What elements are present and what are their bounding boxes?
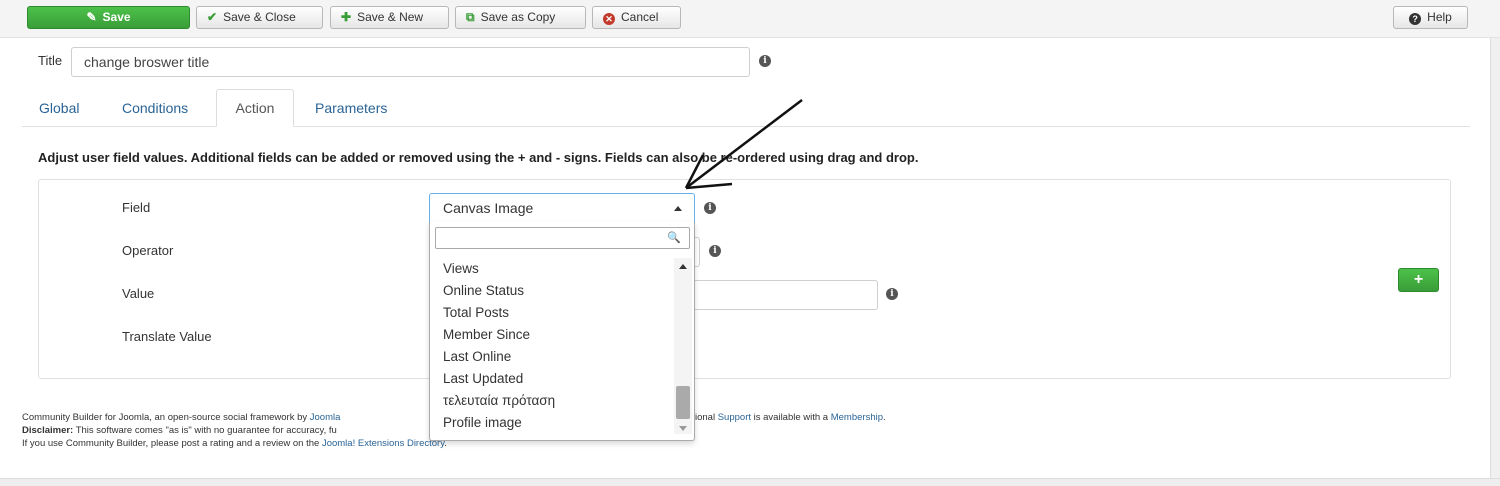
dropdown-search-input[interactable]: 🔍 xyxy=(435,227,690,249)
cancel-button[interactable]: ✕ Cancel xyxy=(592,6,681,29)
save-copy-button[interactable]: ⧉ Save as Copy xyxy=(455,6,586,29)
copy-icon: ⧉ xyxy=(466,10,475,24)
field-dropdown: 🔍 Views Online Status Total Posts Member… xyxy=(429,222,695,441)
joomla-link[interactable]: Joomla xyxy=(310,412,341,423)
check-icon: ✔ xyxy=(207,10,218,24)
question-icon: ? xyxy=(1409,13,1422,25)
bottom-strip xyxy=(0,478,1500,486)
edit-icon: ✎ xyxy=(86,10,97,24)
info-icon[interactable]: i xyxy=(886,288,898,300)
toolbar: ✎ Save ✔ Save & Close ✚ Save & New ⧉ Save as… xyxy=(0,0,1500,38)
dropdown-option[interactable]: Online Status xyxy=(430,280,674,302)
dropdown-option[interactable]: Member Since xyxy=(430,324,674,346)
support-link[interactable]: Support xyxy=(718,412,751,423)
membership-link[interactable]: Membership xyxy=(831,412,883,423)
value-label: Value xyxy=(122,286,155,301)
dropdown-scrollbar[interactable] xyxy=(674,258,692,434)
annotation-arrow xyxy=(684,99,803,190)
translate-value-label: Translate Value xyxy=(122,329,212,344)
dropdown-option[interactable]: Views xyxy=(430,258,674,280)
field-panel xyxy=(38,179,1451,379)
field-select[interactable]: Canvas Image xyxy=(429,193,695,223)
field-label: Field xyxy=(122,200,151,215)
footer-support-text: ional Support is available with a Member… xyxy=(695,412,886,423)
info-icon[interactable]: i xyxy=(704,202,716,214)
scroll-down-icon[interactable] xyxy=(679,426,687,431)
plus-icon: + xyxy=(1413,271,1424,288)
save-new-button[interactable]: ✚ Save & New xyxy=(330,6,449,29)
info-icon[interactable]: i xyxy=(709,245,721,257)
plus-icon: ✚ xyxy=(341,10,352,24)
scroll-thumb[interactable] xyxy=(676,386,690,419)
cancel-icon: ✕ xyxy=(603,13,615,25)
tab-global[interactable]: Global xyxy=(39,100,79,116)
title-label: Title xyxy=(38,53,63,68)
dropdown-option[interactable]: Last Updated xyxy=(430,368,674,390)
save-close-button[interactable]: ✔ Save & Close xyxy=(196,6,323,29)
tab-action[interactable]: Action xyxy=(216,89,294,127)
caret-up-icon xyxy=(674,206,682,211)
dropdown-option[interactable]: Last Online xyxy=(430,346,674,368)
jed-link[interactable]: Joomla! Extensions Directory xyxy=(322,438,444,449)
add-field-button[interactable]: + xyxy=(1398,268,1439,292)
save-button[interactable]: ✎ Save xyxy=(27,6,190,29)
dropdown-list: Views Online Status Total Posts Member S… xyxy=(430,258,674,434)
search-icon: 🔍 xyxy=(667,232,681,244)
dropdown-option[interactable]: Total Posts xyxy=(430,302,674,324)
page-scrollbar[interactable] xyxy=(1490,38,1500,478)
tab-parameters[interactable]: Parameters xyxy=(315,100,387,116)
footer: Community Builder for Joomla, an open-so… xyxy=(22,412,447,449)
scroll-up-icon[interactable] xyxy=(679,264,687,269)
info-icon[interactable]: i xyxy=(759,55,771,67)
operator-label: Operator xyxy=(122,243,174,258)
value-input[interactable] xyxy=(690,280,878,310)
title-input[interactable]: change broswer title xyxy=(71,47,750,77)
help-button[interactable]: ? Help xyxy=(1393,6,1468,29)
dropdown-option[interactable]: Profile image xyxy=(430,412,674,434)
dropdown-option[interactable]: τελευταία πρόταση xyxy=(430,390,674,412)
tab-conditions[interactable]: Conditions xyxy=(122,100,188,116)
